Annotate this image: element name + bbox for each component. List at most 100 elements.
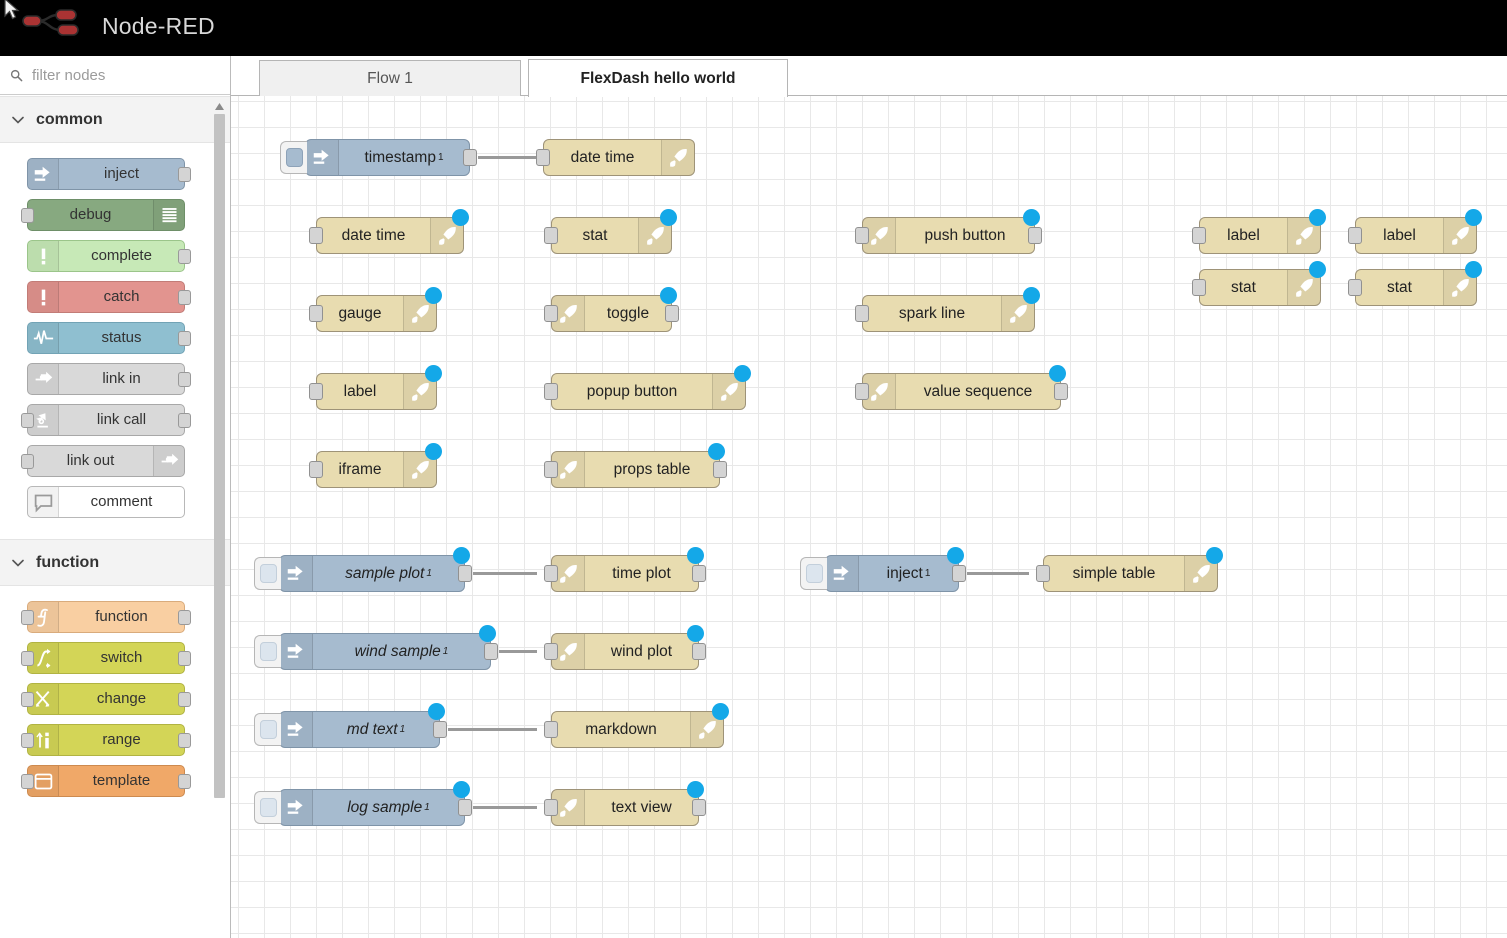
flow-node-label[interactable]: label [1192, 209, 1326, 254]
flow-node-input-port[interactable] [1036, 565, 1050, 582]
palette-node-output-port[interactable] [178, 167, 191, 182]
palette-node-function[interactable]: function [21, 601, 191, 633]
flow-node-value-sequence[interactable]: value sequence [855, 365, 1068, 410]
flow-node-label[interactable]: label [309, 365, 442, 410]
flow-wire[interactable] [478, 156, 537, 159]
flow-node-input-port[interactable] [544, 799, 558, 816]
flow-tab-flexdash-hello-world[interactable]: FlexDash hello world [528, 59, 788, 97]
palette-node-output-port[interactable] [178, 610, 191, 625]
flow-node-date-time[interactable]: date time [536, 139, 695, 176]
flow-node-stat[interactable]: stat [544, 209, 677, 254]
flow-node-output-port[interactable] [433, 721, 447, 738]
palette-node-link-in[interactable]: link in [27, 363, 191, 395]
flow-node-spark-line[interactable]: spark line [855, 287, 1040, 332]
flow-node-stat[interactable]: stat [1192, 261, 1326, 306]
flow-node-output-port[interactable] [484, 643, 498, 660]
flow-wire[interactable] [967, 572, 1029, 575]
palette-search-bar[interactable] [0, 56, 230, 95]
flow-node-output-port[interactable] [692, 565, 706, 582]
flow-node-input-port[interactable] [855, 305, 869, 322]
flow-node-input-port[interactable] [1348, 279, 1362, 296]
palette-node-output-port[interactable] [178, 290, 191, 305]
flow-node-output-port[interactable] [692, 799, 706, 816]
palette-node-link-out[interactable]: link out [21, 445, 185, 477]
flow-node-input-port[interactable] [544, 383, 558, 400]
flow-node-input-port[interactable] [544, 721, 558, 738]
palette-node-input-port[interactable] [21, 774, 34, 789]
palette-node-input-port[interactable] [21, 208, 34, 223]
flow-canvas[interactable]: timestamp 1 date time date time stat push but… [231, 96, 1507, 938]
inject-trigger-button[interactable] [280, 141, 307, 174]
flow-node-input-port[interactable] [544, 643, 558, 660]
flow-node-output-port[interactable] [458, 565, 472, 582]
inject-trigger-button[interactable] [254, 635, 281, 668]
palette-node-output-port[interactable] [178, 413, 191, 428]
flow-node-input-port[interactable] [544, 227, 558, 244]
flow-node-output-port[interactable] [692, 643, 706, 660]
flow-node-output-port[interactable] [952, 565, 966, 582]
flow-node-input-port[interactable] [544, 461, 558, 478]
flow-node-simple-table[interactable]: simple table [1036, 547, 1223, 592]
flow-node-push-button[interactable]: push button [855, 209, 1042, 254]
palette-node-range[interactable]: range [21, 724, 191, 756]
flow-node-output-port[interactable] [1028, 227, 1042, 244]
flow-node-popup-button[interactable]: popup button [544, 365, 751, 410]
flow-node-input-port[interactable] [309, 227, 323, 244]
flow-node-output-port[interactable] [713, 461, 727, 478]
palette-node-inject[interactable]: inject [27, 158, 191, 190]
inject-trigger-button[interactable] [800, 557, 827, 590]
flow-node-input-port[interactable] [309, 305, 323, 322]
palette-node-input-port[interactable] [21, 692, 34, 707]
palette-node-input-port[interactable] [21, 454, 34, 469]
flow-node-input-port[interactable] [1348, 227, 1362, 244]
palette-node-switch[interactable]: switch [21, 642, 191, 674]
flow-tab-flow-1[interactable]: Flow 1 [259, 60, 521, 97]
inject-trigger-button[interactable] [254, 791, 281, 824]
flow-wire[interactable] [473, 572, 537, 575]
flow-node-wind-plot[interactable]: wind plot [544, 625, 706, 670]
flow-node-input-port[interactable] [855, 383, 869, 400]
palette-node-input-port[interactable] [21, 610, 34, 625]
palette-node-complete[interactable]: complete [27, 240, 191, 272]
flow-node-input-port[interactable] [544, 305, 558, 322]
flow-node-input-port[interactable] [309, 383, 323, 400]
palette-node-input-port[interactable] [21, 733, 34, 748]
palette-category-function[interactable]: function [0, 539, 230, 586]
flow-wire[interactable] [499, 650, 537, 653]
palette-category-common[interactable]: common [0, 96, 230, 143]
palette-node-output-port[interactable] [178, 651, 191, 666]
flow-node-wind-sample[interactable]: wind sample 1 [254, 625, 498, 670]
flow-node-input-port[interactable] [309, 461, 323, 478]
palette-node-output-port[interactable] [178, 249, 191, 264]
palette-node-output-port[interactable] [178, 692, 191, 707]
flow-node-inject[interactable]: inject 1 [800, 547, 966, 592]
palette-node-output-port[interactable] [178, 331, 191, 346]
flow-node-timestamp[interactable]: timestamp 1 [280, 139, 477, 176]
search-input[interactable] [30, 65, 210, 85]
flow-node-input-port[interactable] [1192, 227, 1206, 244]
flow-node-stat[interactable]: stat [1348, 261, 1482, 306]
scroll-up-arrow-icon[interactable] [214, 102, 225, 111]
palette-node-template[interactable]: template [21, 765, 191, 797]
palette-scroll-area[interactable]: common inject debug complete catch status link… [0, 96, 230, 938]
flow-node-output-port[interactable] [1054, 383, 1068, 400]
flow-node-output-port[interactable] [463, 149, 477, 166]
palette-node-comment[interactable]: comment [27, 486, 185, 518]
flow-node-date-time[interactable]: date time [309, 209, 469, 254]
inject-trigger-button[interactable] [254, 713, 281, 746]
flow-node-props-table[interactable]: props table [544, 443, 727, 488]
flow-wire[interactable] [473, 806, 537, 809]
flow-node-gauge[interactable]: gauge [309, 287, 442, 332]
palette-node-change[interactable]: change [21, 683, 191, 715]
palette-node-link-call[interactable]: link call [21, 404, 191, 436]
palette-node-output-port[interactable] [178, 733, 191, 748]
palette-node-status[interactable]: status [27, 322, 191, 354]
inject-trigger-button[interactable] [254, 557, 281, 590]
flow-node-text-view[interactable]: text view [544, 781, 706, 826]
flow-node-input-port[interactable] [1192, 279, 1206, 296]
flow-node-input-port[interactable] [544, 565, 558, 582]
flow-node-output-port[interactable] [458, 799, 472, 816]
flow-node-label[interactable]: label [1348, 209, 1482, 254]
flow-node-markdown[interactable]: markdown [544, 703, 729, 748]
flow-node-toggle[interactable]: toggle [544, 287, 679, 332]
